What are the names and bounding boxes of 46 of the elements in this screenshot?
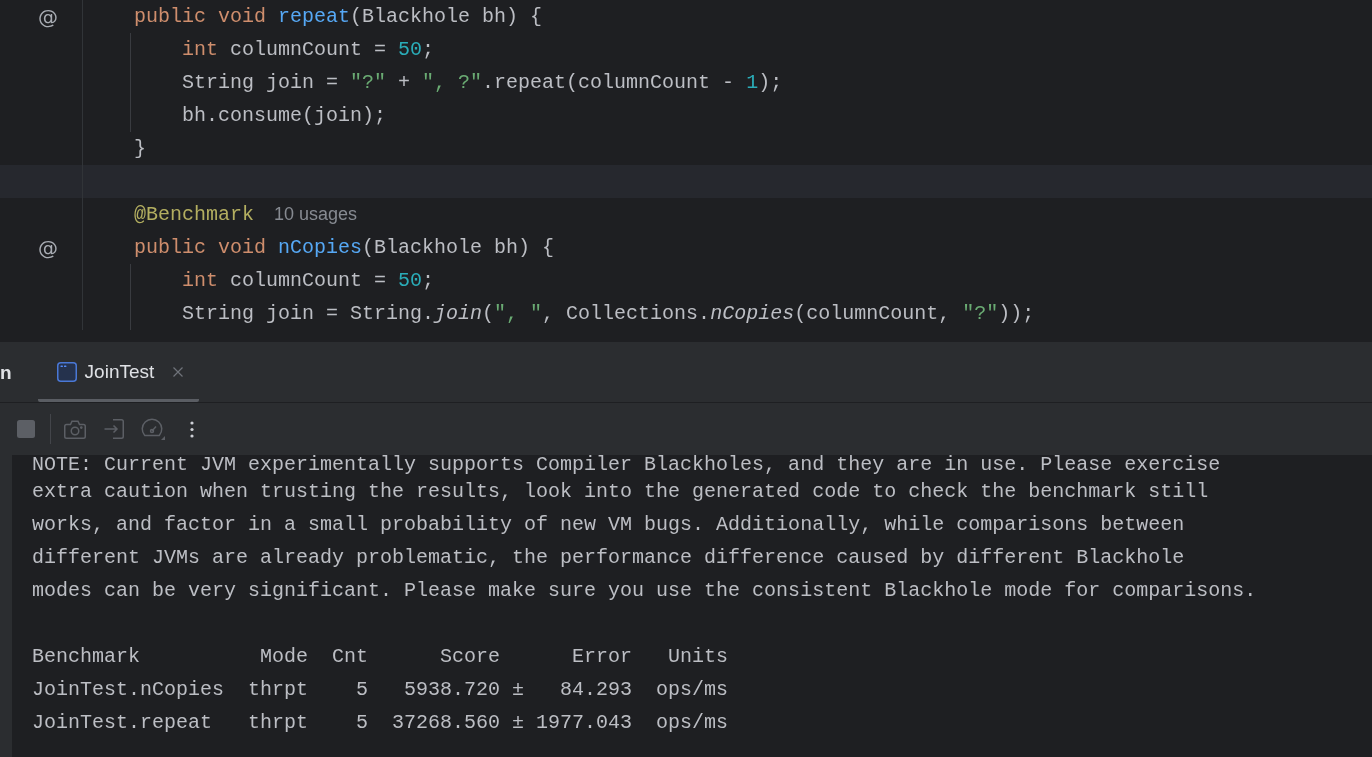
close-button[interactable] bbox=[173, 367, 184, 377]
console-line: extra caution when trusting the results, look into the generated code to check the benchmark still bbox=[32, 479, 1210, 505]
close-icon bbox=[173, 367, 184, 377]
window-icon bbox=[56, 362, 77, 382]
table-cell-text: 5 bbox=[356, 710, 369, 736]
table-cell-text: ops/ms bbox=[656, 710, 729, 736]
stop-icon bbox=[17, 420, 35, 438]
code-line: String join = "?" + ", ?".repeat(columnCount - 1); bbox=[182, 70, 783, 96]
table-cell-text: ± bbox=[512, 677, 525, 703]
table-header: Mode bbox=[260, 644, 309, 670]
table-header: Cnt bbox=[332, 644, 369, 670]
gauge-icon bbox=[140, 418, 165, 440]
more-vertical-icon bbox=[189, 420, 194, 438]
table-cell-text: 5 bbox=[356, 677, 369, 703]
console-line: NOTE: Current JVM experimentally supports Compiler Blackholes, and they are in use. Please exercise bbox=[32, 455, 1222, 475]
console-line: modes can be very significant. Please make sure you use the consistent Blackhole mode for comparisons. bbox=[32, 578, 1257, 604]
console-line: different JVMs are already problematic, the performance difference caused by different Blackhole bbox=[32, 545, 1186, 571]
table-cell-text: 5938.720 bbox=[404, 677, 501, 703]
code-line: int columnCount = 50; bbox=[182, 268, 435, 294]
table-cell-text: JoinTest.repeat bbox=[32, 710, 213, 736]
camera-icon bbox=[63, 419, 86, 439]
table-header: Units bbox=[668, 644, 729, 670]
table-header: Error bbox=[572, 644, 633, 670]
gutter-at-marker[interactable]: @ bbox=[38, 5, 58, 28]
panel-title: n bbox=[0, 361, 12, 384]
code-line: public void repeat(Blackhole bh) { bbox=[134, 4, 543, 30]
console-line: works, and factor in a small probability of new VM bugs. Additionally, while comparisons between bbox=[32, 512, 1186, 538]
code-line: } bbox=[134, 136, 146, 162]
code-line: bh.consume(join); bbox=[182, 103, 387, 129]
table-cell-text: 1977.043 bbox=[536, 710, 633, 736]
table-cell-text: 84.293 bbox=[560, 677, 633, 703]
table-cell-text: JoinTest.nCopies bbox=[32, 677, 225, 703]
code-line: public void nCopies(Blackhole bh) { bbox=[134, 235, 555, 261]
table-cell-text: 37268.560 bbox=[392, 710, 501, 736]
code-line: @Benchmark bbox=[134, 202, 255, 228]
arrow-into-box-icon bbox=[103, 419, 124, 439]
table-header: Benchmark bbox=[32, 644, 141, 670]
table-header: Score bbox=[440, 644, 501, 670]
table-cell-text: ops/ms bbox=[656, 677, 729, 703]
usages-hint[interactable]: 10 usages bbox=[274, 198, 358, 231]
code-line: int columnCount = 50; bbox=[182, 37, 435, 63]
table-cell-text: thrpt bbox=[248, 677, 309, 703]
code-line: String join = String.join(", ", Collections.nCopies(columnCount, "?")); bbox=[182, 301, 1035, 327]
table-cell-text: thrpt bbox=[248, 710, 309, 736]
table-cell-text: ± bbox=[512, 710, 525, 736]
gutter-at-marker[interactable]: @ bbox=[38, 236, 58, 259]
